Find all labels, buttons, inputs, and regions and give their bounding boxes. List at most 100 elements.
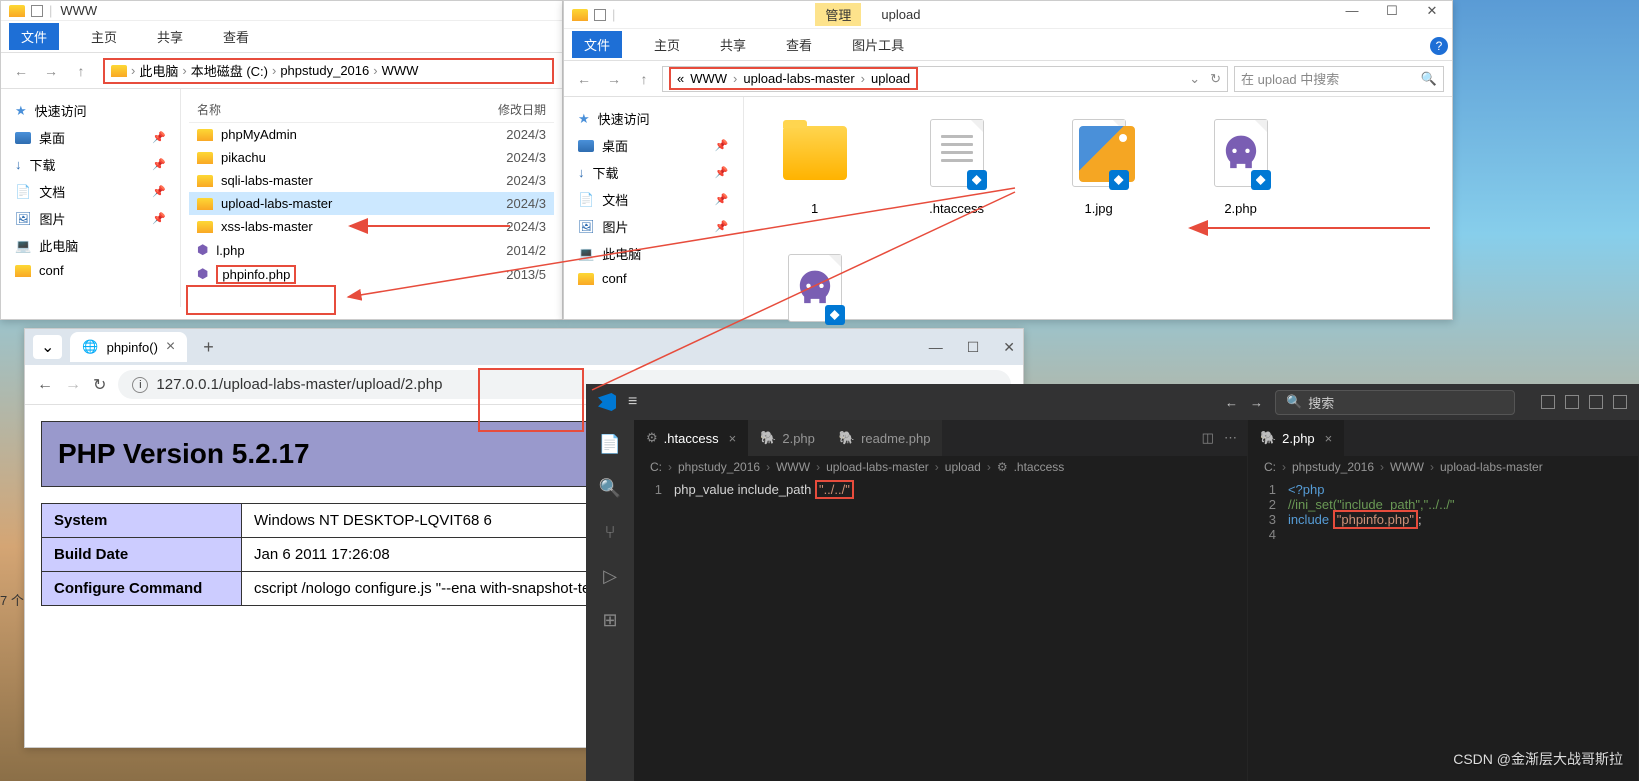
ribbon-share[interactable]: 共享	[712, 31, 754, 58]
maximize-button[interactable]: ☐	[1376, 3, 1408, 19]
info-icon[interactable]: i	[132, 377, 148, 393]
file-row[interactable]: xss-labs-master2024/3	[189, 215, 554, 238]
file-row[interactable]: pikachu2024/3	[189, 146, 554, 169]
sidebar-documents[interactable]: 📄文档📌	[9, 178, 172, 205]
crumb[interactable]: upload-labs-master	[743, 71, 854, 86]
manage-tab[interactable]: 管理	[815, 3, 861, 26]
ribbon-view[interactable]: 查看	[778, 31, 820, 58]
nav-back[interactable]: ←	[1225, 395, 1238, 410]
col-date[interactable]: 修改日期	[498, 101, 546, 118]
help-icon[interactable]: ?	[1430, 37, 1448, 55]
checkbox-icon[interactable]	[594, 9, 606, 21]
folder-icon	[197, 175, 213, 187]
search-input[interactable]: 在 upload 中搜索 🔍	[1234, 66, 1444, 92]
ribbon-share[interactable]: 共享	[149, 23, 191, 50]
crumb[interactable]: WWW	[382, 63, 419, 78]
crumb[interactable]: upload	[871, 71, 910, 86]
source-control-icon[interactable]: ⑂	[598, 520, 622, 544]
sidebar-documents[interactable]: 📄文档📌	[572, 186, 735, 213]
col-name[interactable]: 名称	[197, 101, 221, 118]
dropdown-icon[interactable]: ⌄	[1189, 71, 1200, 87]
up-button[interactable]: ↑	[632, 67, 656, 91]
ribbon-file[interactable]: 文件	[572, 31, 622, 58]
breadcrumb[interactable]: « WWW › upload-labs-master › upload ⌄ ↻	[662, 66, 1228, 92]
crumb[interactable]: 此电脑	[139, 61, 178, 80]
crumb[interactable]: phpstudy_2016	[280, 63, 369, 78]
sidebar-pictures[interactable]: 🖼图片📌	[9, 205, 172, 232]
forward-button[interactable]: →	[65, 376, 81, 394]
close-tab-icon[interactable]: ×	[166, 338, 175, 356]
panel-icon[interactable]	[1613, 395, 1627, 409]
sidebar-thispc[interactable]: 💻此电脑	[572, 240, 735, 267]
browser-tab[interactable]: 🌐 phpinfo() ×	[70, 332, 187, 362]
ribbon-pictools[interactable]: 图片工具	[844, 31, 912, 58]
back-button[interactable]: ←	[37, 376, 53, 394]
crumb[interactable]: WWW	[690, 71, 727, 86]
panel-icon[interactable]	[1541, 395, 1555, 409]
file-row[interactable]: ⬢phpinfo.php2013/5	[189, 262, 554, 286]
code-area[interactable]: 1 php_value include_path "../../"	[634, 478, 1247, 501]
reload-button[interactable]: ↻	[93, 375, 106, 395]
tab-dropdown[interactable]: ⌄	[33, 335, 62, 359]
tab-2php[interactable]: 🐘2.php×	[1248, 420, 1344, 456]
file-row[interactable]: upload-labs-master2024/3	[189, 192, 554, 215]
tab-2php[interactable]: 🐘2.php	[748, 420, 827, 456]
icon-item[interactable]: 1.jpg	[1044, 113, 1154, 216]
minimize-button[interactable]: —	[1336, 3, 1368, 19]
nav-forward[interactable]: →	[1250, 395, 1263, 410]
split-icon[interactable]: ◫	[1202, 430, 1214, 446]
minimize-button[interactable]: —	[929, 339, 943, 356]
command-search[interactable]: 🔍搜索	[1275, 390, 1515, 415]
sidebar-desktop[interactable]: 桌面📌	[9, 124, 172, 151]
debug-icon[interactable]: ▷	[598, 564, 622, 588]
tab-readme[interactable]: 🐘readme.php	[827, 420, 943, 456]
sidebar-conf[interactable]: conf	[572, 267, 735, 290]
new-tab-button[interactable]: +	[195, 337, 222, 358]
icon-item[interactable]: .htaccess	[902, 113, 1012, 216]
refresh-icon[interactable]: ↻	[1210, 71, 1221, 87]
extensions-icon[interactable]: ⊞	[598, 608, 622, 632]
close-button[interactable]: ✕	[1003, 339, 1015, 356]
search-icon[interactable]: 🔍	[598, 476, 622, 500]
ribbon-view[interactable]: 查看	[215, 23, 257, 50]
sidebar-pictures[interactable]: 🖼图片📌	[572, 213, 735, 240]
back-button[interactable]: ←	[572, 67, 596, 91]
icon-item[interactable]: 2.php	[1186, 113, 1296, 216]
menu-icon[interactable]: ≡	[628, 393, 637, 411]
sidebar-desktop[interactable]: 桌面📌	[572, 132, 735, 159]
close-icon[interactable]: ×	[729, 431, 737, 446]
breadcrumb[interactable]: C:› phpstudy_2016› WWW› upload-labs-mast…	[634, 456, 1247, 478]
breadcrumb[interactable]: C:› phpstudy_2016› WWW› upload-labs-mast…	[1248, 456, 1638, 478]
sidebar-downloads[interactable]: ↓下载📌	[9, 151, 172, 178]
icon-item[interactable]: 1	[760, 113, 870, 216]
checkbox-icon[interactable]	[31, 5, 43, 17]
up-button[interactable]: ↑	[69, 59, 93, 83]
file-row[interactable]: phpMyAdmin2024/3	[189, 123, 554, 146]
more-icon[interactable]: ⋯	[1224, 430, 1237, 446]
maximize-button[interactable]: ☐	[967, 339, 980, 356]
quick-access[interactable]: ★快速访问	[9, 97, 172, 124]
file-row[interactable]: ⬢l.php2014/2	[189, 238, 554, 262]
panel-icon[interactable]	[1589, 395, 1603, 409]
explorer-icon[interactable]: 📄	[598, 432, 622, 456]
close-icon[interactable]: ×	[1325, 431, 1333, 446]
sidebar-thispc[interactable]: 💻此电脑	[9, 232, 172, 259]
crumb[interactable]: 本地磁盘 (C:)	[191, 61, 268, 80]
ribbon-home[interactable]: 主页	[83, 23, 125, 50]
star-icon: ★	[15, 103, 27, 119]
back-button[interactable]: ←	[9, 59, 33, 83]
forward-button[interactable]: →	[602, 67, 626, 91]
breadcrumb[interactable]: › 此电脑 › 本地磁盘 (C:) › phpstudy_2016 › WWW	[103, 58, 554, 84]
panel-icon[interactable]	[1565, 395, 1579, 409]
quick-access[interactable]: ★快速访问	[572, 105, 735, 132]
sidebar-downloads[interactable]: ↓下载📌	[572, 159, 735, 186]
close-button[interactable]: ✕	[1416, 3, 1448, 19]
code-area[interactable]: 1 2 3 4 <?php //ini_set("include_path","…	[1248, 478, 1638, 546]
sidebar-conf[interactable]: conf	[9, 259, 172, 282]
forward-button[interactable]: →	[39, 59, 63, 83]
tab-htaccess[interactable]: ⚙.htaccess×	[634, 420, 748, 456]
ribbon-file[interactable]: 文件	[9, 23, 59, 50]
folder-icon	[9, 5, 25, 17]
file-row[interactable]: sqli-labs-master2024/3	[189, 169, 554, 192]
ribbon-home[interactable]: 主页	[646, 31, 688, 58]
